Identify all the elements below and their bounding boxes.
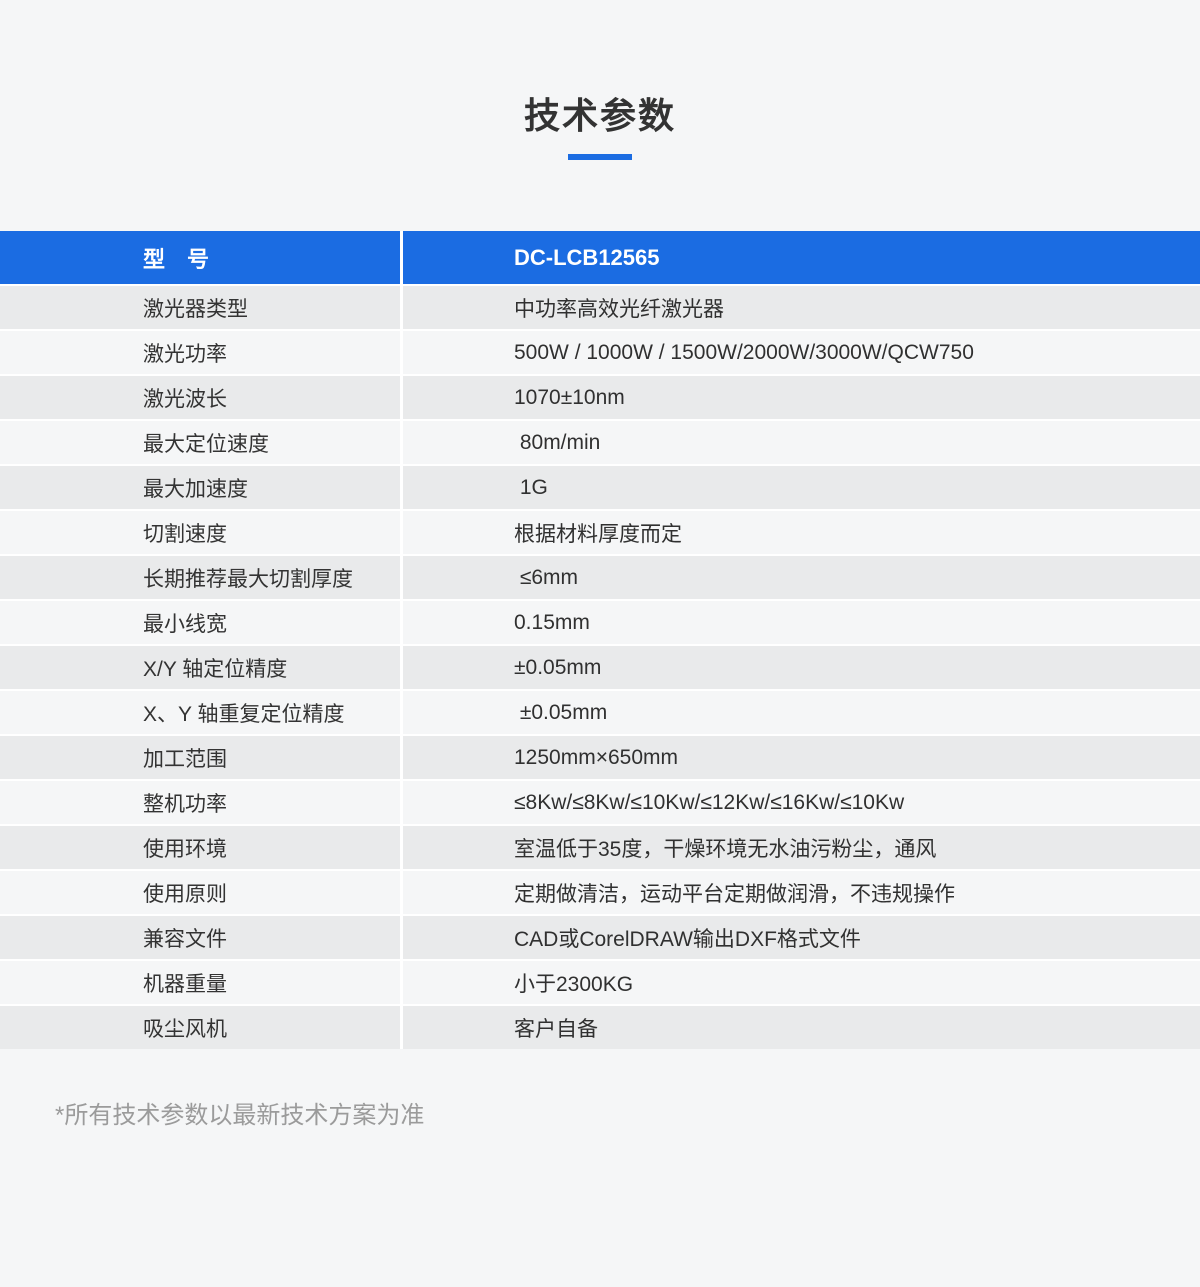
table-row: X、Y 轴重复定位精度 ±0.05mm xyxy=(0,691,1200,734)
table-row: 整机功率 ≤8Kw/≤8Kw/≤10Kw/≤12Kw/≤16Kw/≤10Kw xyxy=(0,781,1200,824)
row-value: 80m/min xyxy=(403,421,1200,464)
row-value: CAD或CorelDRAW输出DXF格式文件 xyxy=(403,916,1200,959)
row-label: 激光器类型 xyxy=(0,286,400,329)
table-row: 切割速度 根据材料厚度而定 xyxy=(0,511,1200,554)
row-value: 中功率高效光纤激光器 xyxy=(403,286,1200,329)
table-row: 长期推荐最大切割厚度 ≤6mm xyxy=(0,556,1200,599)
row-value: 小于2300KG xyxy=(403,961,1200,1004)
row-value: 根据材料厚度而定 xyxy=(403,511,1200,554)
table-row: 机器重量 小于2300KG xyxy=(0,961,1200,1004)
row-label: 激光功率 xyxy=(0,331,400,374)
table-row: 激光功率 500W / 1000W / 1500W/2000W/3000W/QC… xyxy=(0,331,1200,374)
spec-table: 型 号 DC-LCB12565 激光器类型 中功率高效光纤激光器 激光功率 50… xyxy=(0,231,1200,1049)
row-label: 吸尘风机 xyxy=(0,1006,400,1049)
table-row: 使用原则 定期做清洁，运动平台定期做润滑，不违规操作 xyxy=(0,871,1200,914)
row-label: 最小线宽 xyxy=(0,601,400,644)
table-row: X/Y 轴定位精度 ±0.05mm xyxy=(0,646,1200,689)
row-value: ≤8Kw/≤8Kw/≤10Kw/≤12Kw/≤16Kw/≤10Kw xyxy=(403,781,1200,824)
row-label: X、Y 轴重复定位精度 xyxy=(0,691,400,734)
page-title: 技术参数 xyxy=(0,94,1200,137)
row-label: 兼容文件 xyxy=(0,916,400,959)
row-value: 500W / 1000W / 1500W/2000W/3000W/QCW750 xyxy=(403,331,1200,374)
table-row: 激光波长 1070±10nm xyxy=(0,376,1200,419)
table-header-value: DC-LCB12565 xyxy=(403,231,1200,284)
row-label: 使用环境 xyxy=(0,826,400,869)
table-row: 激光器类型 中功率高效光纤激光器 xyxy=(0,286,1200,329)
row-value: 定期做清洁，运动平台定期做润滑，不违规操作 xyxy=(403,871,1200,914)
row-label: 最大定位速度 xyxy=(0,421,400,464)
row-label: 长期推荐最大切割厚度 xyxy=(0,556,400,599)
table-row: 使用环境 室温低于35度，干燥环境无水油污粉尘，通风 xyxy=(0,826,1200,869)
row-label: 最大加速度 xyxy=(0,466,400,509)
row-label: 加工范围 xyxy=(0,736,400,779)
disclaimer-note: *所有技术参数以最新技术方案为准 xyxy=(55,1101,1200,1130)
table-row: 最小线宽 0.15mm xyxy=(0,601,1200,644)
table-row: 吸尘风机 客户自备 xyxy=(0,1006,1200,1049)
row-label: 激光波长 xyxy=(0,376,400,419)
row-label: 使用原则 xyxy=(0,871,400,914)
table-row: 最大加速度 1G xyxy=(0,466,1200,509)
title-underline xyxy=(568,154,632,160)
table-header-label: 型 号 xyxy=(0,231,400,284)
row-label: 整机功率 xyxy=(0,781,400,824)
row-value: 室温低于35度，干燥环境无水油污粉尘，通风 xyxy=(403,826,1200,869)
row-value: 0.15mm xyxy=(403,601,1200,644)
row-value: 客户自备 xyxy=(403,1006,1200,1049)
row-value: ≤6mm xyxy=(403,556,1200,599)
page: { "header": { "title": "技术参数" }, "colors… xyxy=(0,94,1200,1287)
table-header-row: 型 号 DC-LCB12565 xyxy=(0,231,1200,284)
table-row: 兼容文件 CAD或CorelDRAW输出DXF格式文件 xyxy=(0,916,1200,959)
table-row: 加工范围 1250mm×650mm xyxy=(0,736,1200,779)
row-value: 1250mm×650mm xyxy=(403,736,1200,779)
row-value: ±0.05mm xyxy=(403,691,1200,734)
table-row: 最大定位速度 80m/min xyxy=(0,421,1200,464)
row-label: X/Y 轴定位精度 xyxy=(0,646,400,689)
row-label: 切割速度 xyxy=(0,511,400,554)
row-value: 1070±10nm xyxy=(403,376,1200,419)
row-label: 机器重量 xyxy=(0,961,400,1004)
row-value: ±0.05mm xyxy=(403,646,1200,689)
row-value: 1G xyxy=(403,466,1200,509)
